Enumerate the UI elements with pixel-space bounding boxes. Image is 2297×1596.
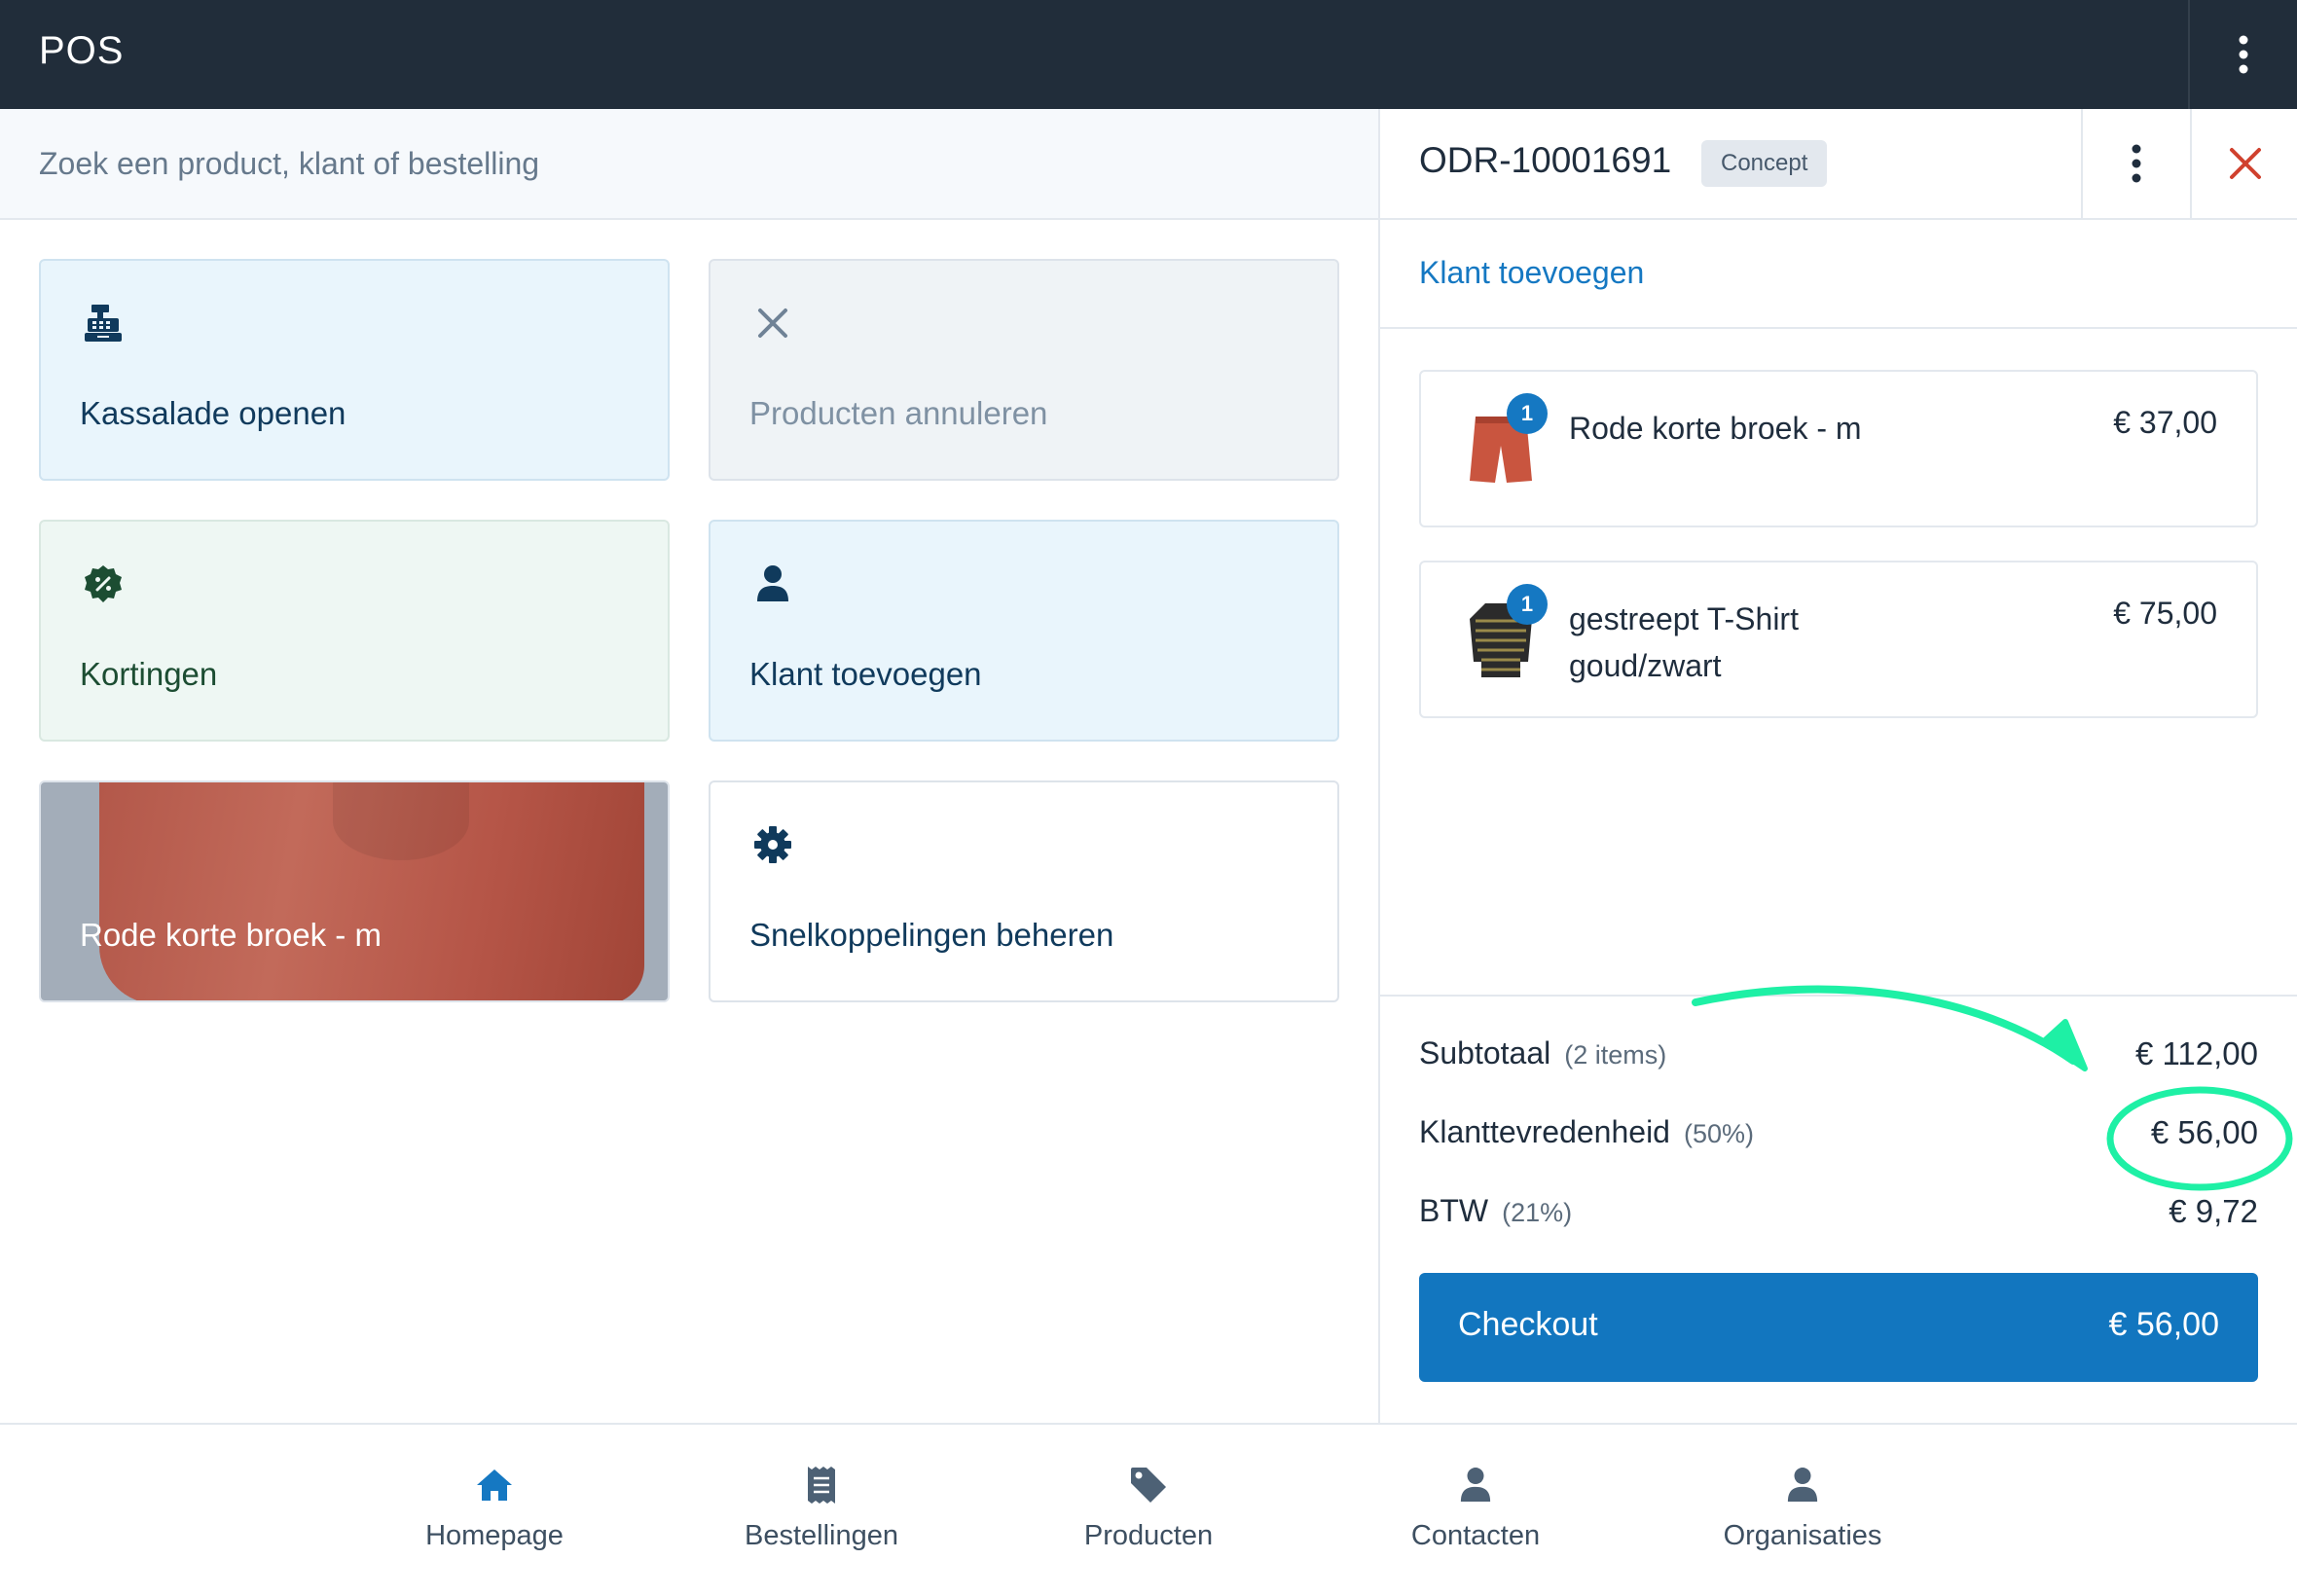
user-icon <box>749 561 796 607</box>
product-shortcut-label: Rode korte broek - m <box>80 917 382 953</box>
app-title: POS <box>39 29 125 72</box>
nav-label: Contacten <box>1410 1520 1541 1551</box>
add-customer-row: Klant toevoegen <box>1380 220 2297 329</box>
app-menu-button[interactable] <box>2188 0 2297 109</box>
nav-homepage[interactable]: Homepage <box>387 1425 602 1596</box>
discount-value: € 56,00 <box>2150 1114 2258 1150</box>
subtotal-count: (2 items) <box>1564 1040 1667 1070</box>
tax-label: BTW <box>1419 1193 1489 1228</box>
nav-organizations[interactable]: Organisaties <box>1695 1425 1910 1596</box>
tax-percentage: (21%) <box>1502 1198 1573 1227</box>
shorts-fold <box>333 782 469 860</box>
search-bar[interactable]: Zoek een product, klant of bestelling <box>0 109 1378 220</box>
open-cash-drawer-tile[interactable]: Kassalade openen <box>39 259 670 481</box>
item-name: Rode korte broek - m <box>1569 411 1862 446</box>
open-cash-drawer-label: Kassalade openen <box>80 395 346 431</box>
item-price: € 75,00 <box>2113 596 2217 631</box>
order-totals: Subtotaal (2 items) € 112,00 Klanttevrede… <box>1380 995 2297 1423</box>
gear-icon <box>749 821 796 868</box>
add-customer-link[interactable]: Klant toevoegen <box>1419 255 1644 291</box>
checkout-button[interactable]: Checkout € 56,00 <box>1419 1273 2258 1382</box>
manage-shortcuts-tile[interactable]: Snelkoppelingen beheren <box>709 780 1339 1002</box>
checkout-label: Checkout <box>1458 1306 1598 1343</box>
nav-label: Homepage <box>425 1520 564 1551</box>
receipt-icon <box>802 1466 841 1505</box>
quantity-badge: 1 <box>1507 584 1548 625</box>
kebab-icon <box>2239 35 2248 74</box>
nav-label: Producten <box>1083 1520 1214 1551</box>
top-bar: POS <box>0 0 2297 109</box>
product-shortcut-tile[interactable]: Rode korte broek - m <box>39 780 670 1002</box>
discounts-label: Kortingen <box>80 656 218 692</box>
add-customer-label: Klant toevoegen <box>749 656 982 692</box>
order-header: ODR-10001691 Concept <box>1380 109 2297 220</box>
discount-percentage: (50%) <box>1683 1119 1754 1148</box>
close-icon <box>749 300 796 346</box>
user-icon <box>1456 1466 1495 1505</box>
nav-products[interactable]: Producten <box>1041 1425 1256 1596</box>
item-name: gestreept T-Shirt goud/zwart <box>1569 601 1799 683</box>
subtotal-label: Subtotaal <box>1419 1035 1551 1070</box>
order-menu-button[interactable] <box>2081 109 2190 218</box>
nav-label: Bestellingen <box>745 1520 898 1551</box>
discounts-tile[interactable]: Kortingen <box>39 520 670 742</box>
checkout-amount: € 56,00 <box>2108 1306 2219 1343</box>
tag-icon <box>1129 1466 1168 1505</box>
bottom-navigation: Homepage Bestellingen Producten Contacte… <box>0 1423 2297 1596</box>
cash-register-icon <box>80 300 127 346</box>
tax-row: BTW (21%) € 9,72 <box>1419 1193 2258 1240</box>
close-order-button[interactable] <box>2190 109 2297 218</box>
kebab-icon <box>2132 144 2141 183</box>
cancel-products-tile[interactable]: Producten annuleren <box>709 259 1339 481</box>
subtotal-row: Subtotaal (2 items) € 112,00 <box>1419 1035 2258 1082</box>
home-icon <box>475 1466 514 1505</box>
subtotal-value: € 112,00 <box>2134 1035 2258 1071</box>
discount-badge-icon <box>80 561 127 607</box>
discount-label: Klanttevredenheid <box>1419 1114 1670 1149</box>
user-icon <box>1783 1466 1822 1505</box>
order-line-item[interactable]: 1 gestreept T-Shirt goud/zwart € 75,00 <box>1419 561 2258 718</box>
nav-label: Organisaties <box>1723 1520 1882 1551</box>
close-icon <box>2230 148 2261 179</box>
nav-orders[interactable]: Bestellingen <box>714 1425 929 1596</box>
quantity-badge: 1 <box>1507 393 1548 434</box>
order-line-item[interactable]: 1 Rode korte broek - m € 37,00 <box>1419 370 2258 527</box>
order-panel: ODR-10001691 Concept Klant toevoegen 1 R… <box>1378 109 2297 1423</box>
tax-value: € 9,72 <box>2169 1193 2258 1229</box>
status-badge: Concept <box>1701 140 1828 187</box>
nav-contacts[interactable]: Contacten <box>1368 1425 1583 1596</box>
search-input[interactable]: Zoek een product, klant of bestelling <box>39 146 539 182</box>
discount-row[interactable]: Klanttevredenheid (50%) € 56,00 <box>1419 1114 2258 1161</box>
manage-shortcuts-label: Snelkoppelingen beheren <box>749 917 1114 953</box>
cancel-products-label: Producten annuleren <box>749 395 1048 431</box>
add-customer-tile[interactable]: Klant toevoegen <box>709 520 1339 742</box>
item-price: € 37,00 <box>2113 405 2217 440</box>
order-id: ODR-10001691 <box>1419 140 1672 180</box>
